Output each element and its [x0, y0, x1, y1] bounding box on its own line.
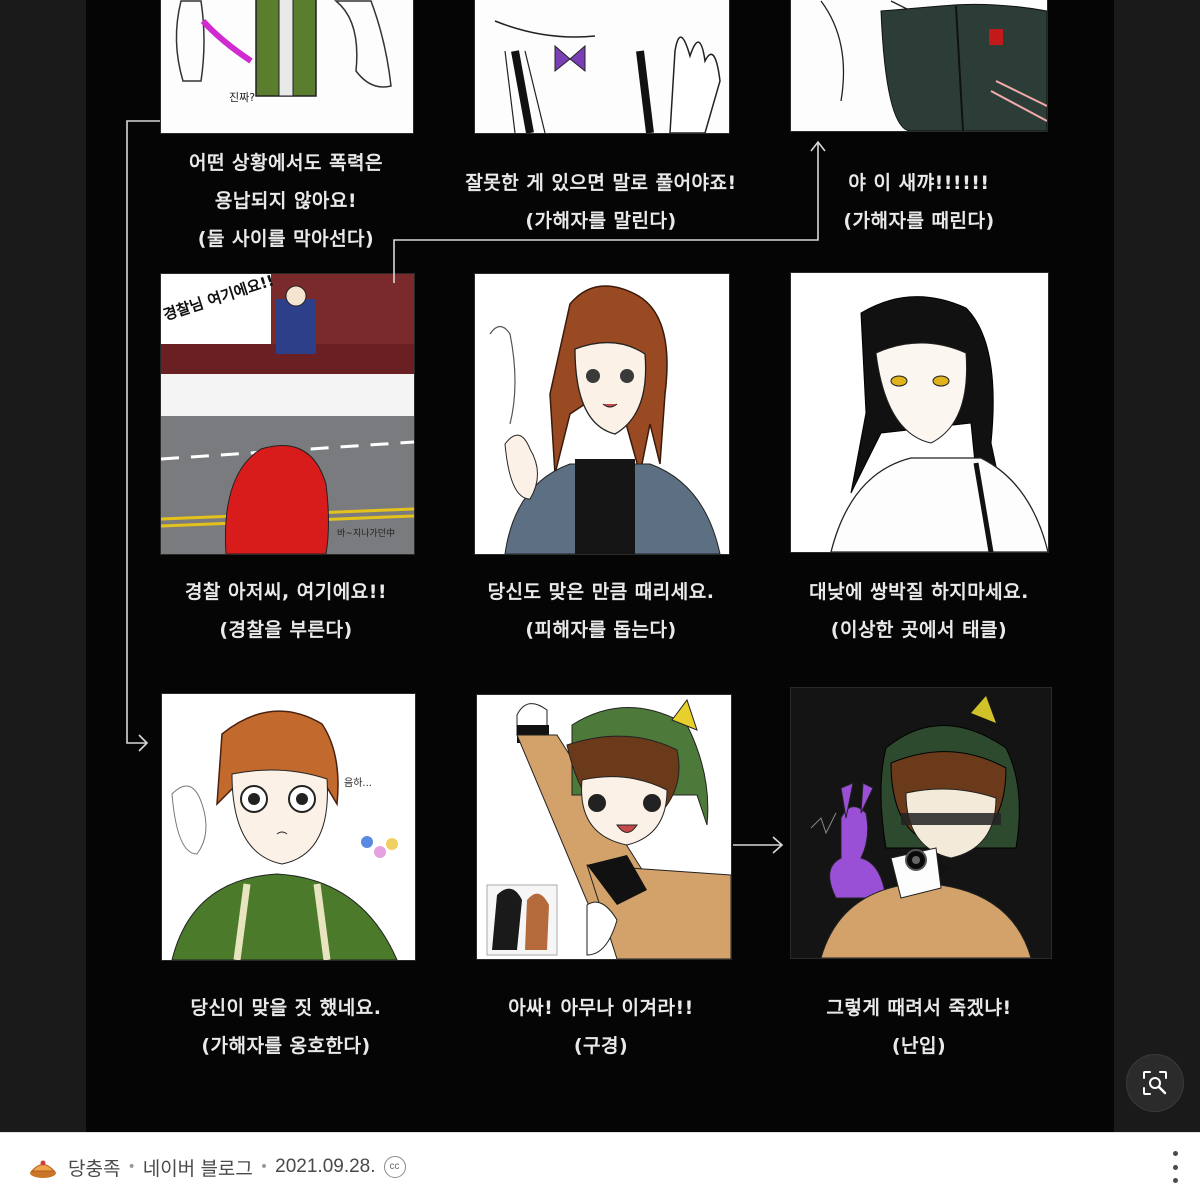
separator-dot: • — [259, 1159, 269, 1175]
caption-8-line2: (구경) — [573, 1035, 629, 1057]
caption-1-line3: (둘 사이를 막아선다) — [197, 228, 375, 250]
more-vertical-icon — [1172, 1151, 1178, 1156]
caption-1-line2: 용납되지 않아요! — [214, 190, 358, 212]
panel-1: 진짜? — [160, 0, 414, 134]
caption-2: 잘못한 게 있으면 말로 풀어야죠! (가해자를 말린다) — [451, 164, 751, 240]
caption-1-line1: 어떤 상황에서도 폭력은 — [188, 152, 384, 174]
source-name[interactable]: 당충족 — [68, 1154, 120, 1181]
caption-2-line1: 잘못한 게 있으면 말로 풀어야죠! — [465, 172, 737, 194]
caption-9-line2: (난입) — [891, 1035, 947, 1057]
caption-8-line1: 아싸! 아무나 이겨라!! — [508, 997, 694, 1019]
caption-2-line2: (가해자를 말린다) — [525, 210, 677, 232]
caption-7: 당신이 맞을 짓 했네요. (가해자를 옹호한다) — [136, 989, 436, 1065]
panel-7: 음하... — [161, 693, 416, 961]
panel-7-label: 음하... — [344, 776, 372, 789]
post-date: 2021.09.28. — [275, 1156, 376, 1177]
panel-3 — [790, 0, 1048, 132]
caption-9: 그렇게 때려서 죽겠냐! (난입) — [769, 989, 1069, 1065]
separator-dot: • — [127, 1159, 136, 1175]
tart-icon — [30, 1160, 56, 1178]
caption-7-line2: (가해자를 옹호한다) — [201, 1035, 371, 1057]
image-viewer: 진짜? 경찰님 여기에요!! 바~지나가던中 음하... 어떤 상황에서도 폭력… — [0, 0, 1200, 1132]
source-footer: 당충족 • 네이버 블로그 • 2021.09.28. cc — [0, 1132, 1200, 1201]
caption-5-line2: (피해자를 돕는다) — [525, 619, 677, 641]
caption-3: 야 이 새꺄!!!!!! (가해자를 때린다) — [769, 164, 1069, 240]
more-options-button[interactable] — [1168, 1151, 1182, 1183]
caption-8: 아싸! 아무나 이겨라!! (구경) — [451, 989, 751, 1065]
caption-5: 당신도 맞은 만큼 때리세요. (피해자를 돕는다) — [451, 573, 751, 649]
creative-commons-icon[interactable]: cc — [383, 1156, 406, 1178]
caption-6-line1: 대낮에 쌍박질 하지마세요. — [809, 581, 1029, 603]
caption-9-line1: 그렇게 때려서 죽겠냐! — [826, 997, 1012, 1019]
panel-4-sign: 바~지나가던中 — [337, 527, 395, 539]
caption-4: 경찰 아저씨, 여기에요!! (경찰을 부른다) — [136, 573, 436, 649]
panel-6 — [790, 272, 1049, 553]
caption-6-line2: (이상한 곳에서 태클) — [830, 619, 1008, 641]
image-search-icon — [1143, 1071, 1167, 1095]
caption-1: 어떤 상황에서도 폭력은 용납되지 않아요! (둘 사이를 막아선다) — [136, 144, 436, 258]
panel-8 — [476, 694, 732, 960]
image-search-button[interactable] — [1126, 1054, 1184, 1112]
caption-5-line1: 당신도 맞은 만큼 때리세요. — [487, 581, 715, 603]
caption-6: 대낮에 쌍박질 하지마세요. (이상한 곳에서 태클) — [769, 573, 1069, 649]
panel-1-label: 진짜? — [229, 91, 255, 104]
panel-2 — [474, 0, 730, 134]
panel-4: 경찰님 여기에요!! 바~지나가던中 — [160, 273, 415, 555]
source-type[interactable]: 네이버 블로그 — [143, 1154, 253, 1181]
caption-3-line2: (가해자를 때린다) — [843, 210, 995, 232]
caption-4-line2: (경찰을 부른다) — [219, 619, 353, 641]
comic-image[interactable]: 진짜? 경찰님 여기에요!! 바~지나가던中 음하... 어떤 상황에서도 폭력… — [86, 0, 1114, 1132]
caption-7-line1: 당신이 맞을 짓 했네요. — [190, 997, 382, 1019]
caption-4-line1: 경찰 아저씨, 여기에요!! — [184, 581, 388, 603]
panel-5 — [474, 273, 730, 555]
panel-9 — [790, 687, 1052, 959]
caption-3-line1: 야 이 새꺄!!!!!! — [848, 172, 990, 194]
